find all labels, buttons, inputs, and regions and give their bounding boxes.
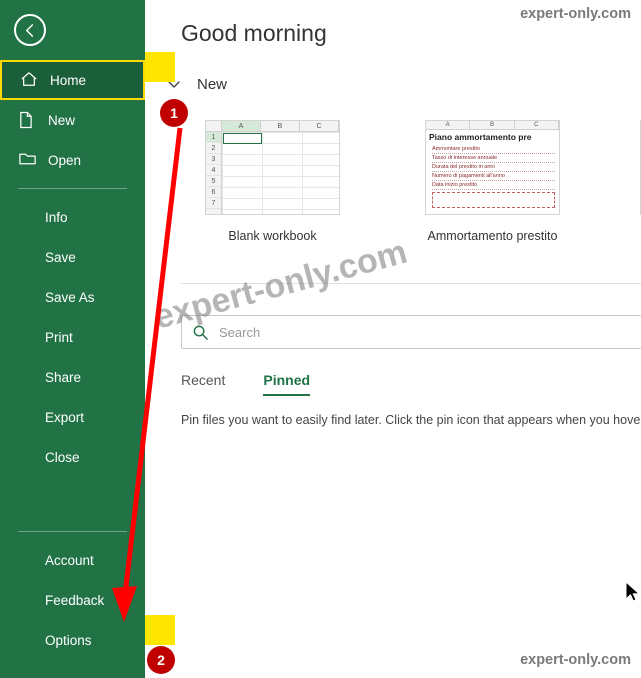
sidebar-divider-bottom [18,531,127,532]
thumb-selected-cell [223,133,262,144]
watermark-top-right: expert-only.com [520,6,631,22]
highlight-home [145,52,175,82]
template-blank-workbook[interactable]: A B C 1 2 3 4 5 6 7 Blank workbook [205,120,340,243]
sidebar-item-save-as[interactable]: Save As [0,277,145,317]
thumb-row-4: 4 [206,165,221,176]
step-badge-1: 1 [160,99,188,127]
template-thumbnail: A B C 1 2 3 4 5 6 7 [205,120,340,215]
thumb-line-1: Ammontare prestito [432,145,555,154]
thumb-line-2: Tasso di interesse annuale [432,154,555,163]
sidebar-item-share[interactable]: Share [0,357,145,397]
thumb-grid-body: 1 2 3 4 5 6 7 [206,132,339,214]
sidebar-primary-nav: Home New Open Info Save Save As Print Sh… [0,60,145,477]
thumb-column-headers: A B C [206,121,339,132]
sidebar-item-account-label: Account [45,552,94,568]
template-thumbnail: A B C Piano ammortamento pre Ammontare p… [425,120,560,215]
thumb-template-title: Piano ammortamento pre [429,132,532,142]
sidebar-item-info-label: Info [45,209,68,225]
sidebar-item-save-label: Save [45,249,76,265]
sidebar-item-close[interactable]: Close [0,437,145,477]
tab-recent-label: Recent [181,372,226,388]
sidebar-item-print[interactable]: Print [0,317,145,357]
thumb-col-b: B [470,121,515,129]
sidebar-item-save[interactable]: Save [0,237,145,277]
sidebar-item-info[interactable]: Info [0,197,145,237]
search-placeholder: Search [219,324,261,340]
thumb-row-7: 7 [206,198,221,209]
file-list-tabs: Recent Pinned [181,372,348,396]
thumb-col-b: B [261,121,300,131]
thumb-row-6: 6 [206,187,221,198]
template-loan-amortization[interactable]: A B C Piano ammortamento pre Ammontare p… [425,120,560,243]
sidebar-item-export-label: Export [45,409,85,425]
new-section-label: New [197,75,228,93]
open-folder-icon [18,151,38,169]
thumb-dashed-box [432,192,555,208]
sidebar-item-options[interactable]: Options [0,620,145,660]
back-button[interactable] [14,14,46,46]
backstage-sidebar: Home New Open Info Save Save As Print Sh… [0,0,145,678]
sidebar-item-new-label: New [48,112,76,128]
thumb-line-5: Data inizio prestito [432,181,555,190]
thumb-line-4: Numero di pagamenti all'anno [432,172,555,181]
thumb-col-a: A [222,121,261,131]
sidebar-item-feedback[interactable]: Feedback [0,580,145,620]
template-caption: Ammortamento prestito [427,229,558,243]
sidebar-item-open[interactable]: Open [0,140,145,180]
mouse-cursor-icon [625,581,641,602]
thumb-row-2: 2 [206,143,221,154]
watermark-bottom-right: expert-only.com [520,652,631,668]
backstage-main-panel: Good morning New A B C 1 2 3 4 5 6 7 Bla… [145,0,641,678]
sidebar-item-new[interactable]: New [0,100,145,140]
pinned-empty-hint: Pin files you want to easily find later.… [181,413,641,427]
sidebar-item-feedback-label: Feedback [45,592,105,608]
sidebar-item-share-label: Share [45,369,82,385]
thumb-template-lines: Ammontare prestito Tasso di interesse an… [426,142,559,190]
thumb-col-c: C [300,121,339,131]
sidebar-item-home-label: Home [50,72,87,88]
highlight-options [145,615,175,645]
thumb-row-5: 5 [206,176,221,187]
home-icon [20,71,40,89]
thumb-col-a: A [426,121,471,129]
sidebar-item-home[interactable]: Home [0,60,145,100]
sidebar-item-close-label: Close [45,449,80,465]
search-input[interactable]: Search [181,315,641,349]
thumb-column-headers: A B C [426,121,559,130]
new-document-icon [18,111,38,129]
thumb-col-c: C [515,121,559,129]
tab-pinned-label: Pinned [263,372,311,388]
excel-backstage-screen: Home New Open Info Save Save As Print Sh… [0,0,641,678]
thumb-row-1: 1 [206,132,221,143]
sidebar-divider-top [18,188,127,189]
sidebar-secondary-nav: Account Feedback Options [0,523,145,678]
page-title: Good morning [181,20,327,46]
tab-recent[interactable]: Recent [181,372,225,396]
thumb-row-headers: 1 2 3 4 5 6 7 [206,132,222,214]
sidebar-item-print-label: Print [45,329,73,345]
back-arrow-icon [25,23,33,37]
sidebar-item-save-as-label: Save As [45,289,95,305]
sidebar-item-account[interactable]: Account [0,540,145,580]
template-caption: Blank workbook [228,229,317,243]
thumb-row-3: 3 [206,154,221,165]
sidebar-item-open-label: Open [48,152,82,168]
sidebar-item-export[interactable]: Export [0,397,145,437]
tab-pinned[interactable]: Pinned [263,372,310,396]
thumb-line-3: Durata del prestito in anni [432,163,555,172]
sidebar-item-options-label: Options [45,632,92,648]
step-badge-2: 2 [147,646,175,674]
